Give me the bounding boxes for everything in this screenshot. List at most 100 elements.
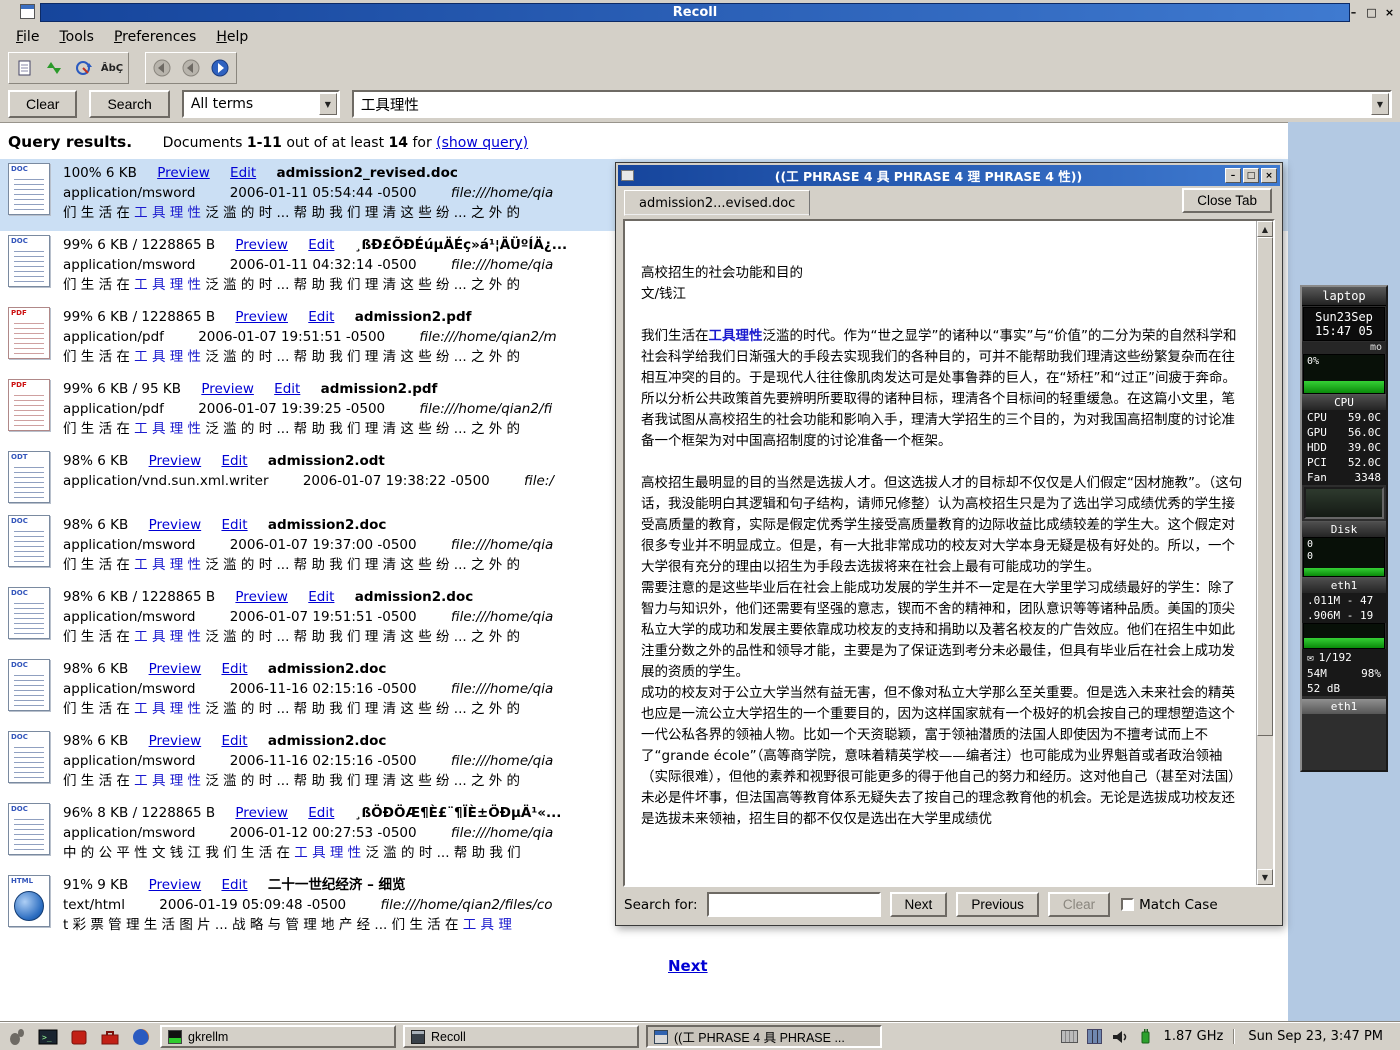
toolbox-launcher-icon[interactable] [98,1025,122,1049]
preview-link[interactable]: Preview [149,453,202,469]
preview-link[interactable]: Preview [235,237,288,253]
edit-link[interactable]: Edit [230,165,256,181]
find-input[interactable] [707,892,881,917]
preview-maximize-button[interactable]: □ [1243,168,1259,183]
first-page-icon[interactable] [149,55,175,81]
edit-link[interactable]: Edit [221,517,247,533]
scroll-up-icon[interactable]: ▲ [1257,221,1273,237]
titlebar-blue-bar[interactable]: Recoll [40,3,1350,22]
query-history-chevron-icon[interactable]: ▼ [1371,93,1389,115]
taskbar-task-recoll[interactable]: Recoll [403,1025,639,1048]
next-page-icon[interactable] [207,55,233,81]
keyboard-layout-icon[interactable] [1061,1028,1079,1046]
preview-titlebar[interactable]: ((工 PHRASE 4 具 PHRASE 4 理 PHRASE 4 性)) –… [618,165,1280,186]
preview-link[interactable]: Preview [157,165,210,181]
clear-history-icon[interactable] [12,55,38,81]
clear-button[interactable]: Clear [8,90,77,118]
preview-task-icon [654,1030,668,1044]
pdf-file-icon[interactable]: PDF [8,307,50,359]
preview-link[interactable]: Preview [235,309,288,325]
close-tab-button[interactable]: Close Tab [1182,188,1272,213]
chevron-down-icon[interactable]: ▼ [319,93,337,115]
prev-page-icon[interactable] [178,55,204,81]
search-mode-select[interactable]: All terms ▼ [182,90,340,118]
gkrellm-mobo-label: mo [1302,342,1386,354]
search-query-combo[interactable]: ▼ [352,90,1392,118]
workspace-switcher-icon[interactable] [1086,1028,1104,1046]
update-index-icon[interactable] [70,55,96,81]
preview-link[interactable]: Preview [201,381,254,397]
preview-close-button[interactable]: × [1261,168,1277,183]
scroll-down-icon[interactable]: ▼ [1257,869,1273,885]
edit-link[interactable]: Edit [221,661,247,677]
search-query-input[interactable] [354,96,1370,112]
preview-link[interactable]: Preview [149,517,202,533]
gkrellm-temp-row: PCI52.0C [1302,455,1386,470]
taskbar-task-gkrellm[interactable]: gkrellm [160,1025,396,1048]
edit-link[interactable]: Edit [221,877,247,893]
gkrellm-panel[interactable]: laptop Sun23Sep 15:47 05 mo 0% CPU CPU59… [1300,285,1388,772]
close-button[interactable]: × [1382,4,1397,21]
edit-link[interactable]: Edit [221,453,247,469]
volume-icon[interactable] [1111,1028,1129,1046]
gkrellm-disk-header: Disk [1302,521,1386,537]
firefox-launcher-icon[interactable] [129,1025,153,1049]
minimize-button[interactable]: – [1346,4,1361,21]
scrollbar-track[interactable] [1257,237,1273,869]
preview-document-tab[interactable]: admission2...evised.doc [624,190,810,216]
page-lines [14,603,44,634]
find-previous-button[interactable]: Previous [956,892,1039,917]
preview-link[interactable]: Preview [149,733,202,749]
red-app-launcher-icon[interactable] [67,1025,91,1049]
cpu-frequency: 1.87 GHz [1161,1029,1227,1044]
doc-file-icon[interactable]: DOC [8,515,50,567]
doc-file-icon[interactable]: DOC [8,587,50,639]
edit-link[interactable]: Edit [221,733,247,749]
preview-scrollbar[interactable]: ▲ ▼ [1256,221,1273,885]
recoll-window-titlebar[interactable]: Recoll – □ × [0,0,1400,24]
show-query-link[interactable]: (show query) [436,135,528,151]
doc-file-icon[interactable]: DOC [8,163,50,215]
edit-link[interactable]: Edit [308,805,334,821]
doc-file-icon[interactable]: DOC [8,803,50,855]
find-next-button[interactable]: Next [890,892,948,917]
result-abstract: 们 生 活 在 工 具 理 性 泛 滥 的 时 ... 帮 助 我 们 理 清 … [63,627,553,647]
doc-file-icon[interactable]: DOC [8,731,50,783]
preview-minimize-button[interactable]: – [1225,168,1241,183]
edit-link[interactable]: Edit [308,589,334,605]
menu-preferences[interactable]: Preferences [104,26,206,48]
match-case-checkbox[interactable] [1121,898,1134,911]
preview-link[interactable]: Preview [235,589,288,605]
preview-link[interactable]: Preview [235,805,288,821]
odt-file-icon[interactable]: ODT [8,451,50,503]
footprint-launcher-icon[interactable] [5,1025,29,1049]
edit-link[interactable]: Edit [274,381,300,397]
power-plug-icon[interactable] [1136,1028,1154,1046]
html-file-icon[interactable]: HTML [8,875,50,927]
system-tray: 1.87 GHz Sun Sep 23, 3:47 PM [1061,1028,1395,1046]
pdf-file-icon[interactable]: PDF [8,379,50,431]
spellcheck-icon[interactable]: ÂbÇ [99,55,125,81]
preview-link[interactable]: Preview [149,661,202,677]
maximize-button[interactable]: □ [1364,4,1379,21]
terminal-launcher-icon[interactable]: >_ [36,1025,60,1049]
menu-file[interactable]: File [6,26,49,48]
doc-file-icon[interactable]: DOC [8,235,50,287]
page-lines [14,819,44,850]
edit-link[interactable]: Edit [308,237,334,253]
next-page-link[interactable]: Next [668,957,708,975]
scrollbar-thumb[interactable] [1257,237,1273,736]
edit-link[interactable]: Edit [308,309,334,325]
taskbar-task-preview[interactable]: ((工 PHRASE 4 具 PHRASE ... [646,1025,882,1048]
preview-link[interactable]: Preview [149,877,202,893]
result-abstract: 们 生 活 在 工 具 理 性 泛 滥 的 时 ... 帮 助 我 们 理 清 … [63,771,553,791]
results-header: Query results. Documents 1-11 out of at … [0,123,1288,159]
menu-help[interactable]: Help [206,26,258,48]
find-clear-button[interactable]: Clear [1048,892,1110,917]
result-score-size: 99% 6 KB / 1228865 B [63,237,215,253]
search-button[interactable]: Search [89,90,169,118]
menu-tools[interactable]: Tools [49,26,104,48]
gkrellm-fan-row: Fan3348 [1302,470,1386,485]
doc-file-icon[interactable]: DOC [8,659,50,711]
sort-icon[interactable] [41,55,67,81]
